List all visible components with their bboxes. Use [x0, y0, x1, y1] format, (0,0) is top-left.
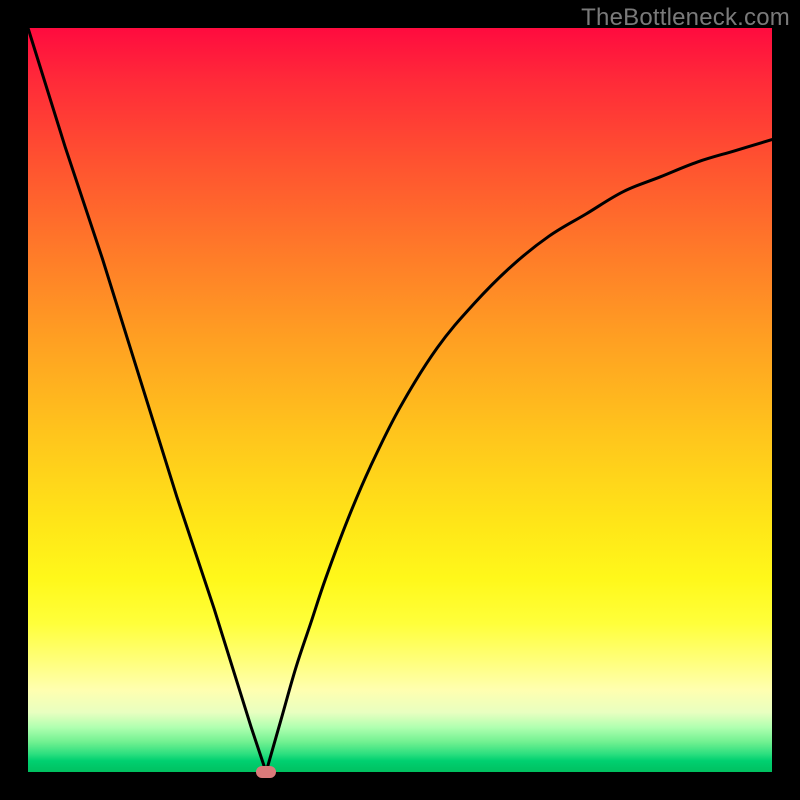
minimum-marker — [256, 766, 276, 778]
watermark-text: TheBottleneck.com — [581, 4, 790, 32]
curve-left-branch — [28, 28, 266, 772]
chart-frame: TheBottleneck.com — [0, 0, 800, 800]
curve-right-branch — [266, 140, 772, 772]
bottleneck-curve — [28, 28, 772, 772]
plot-area — [28, 28, 772, 772]
